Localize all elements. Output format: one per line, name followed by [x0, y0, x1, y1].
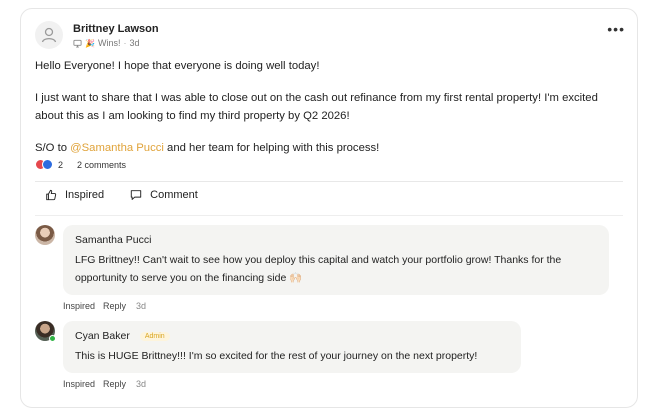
comment-actions: Inspired Reply 3d [63, 301, 609, 311]
comment-label: Comment [150, 189, 198, 201]
comment-time: 3d [136, 301, 147, 311]
author-block: Brittney Lawson 🎉 Wins! · 3d [73, 21, 159, 48]
admin-badge: Admin [139, 331, 170, 341]
mention-link[interactable]: @Samantha Pucci [70, 142, 164, 154]
online-status-dot [49, 335, 56, 342]
shoutout-prefix: S/O to [35, 142, 71, 154]
post-body: Hello Everyone! I hope that everyone is … [35, 57, 615, 171]
post-paragraph: I just want to share that I was able to … [35, 92, 598, 122]
reactions-row: 2 2 comments [35, 159, 126, 170]
thumbs-up-icon [46, 189, 57, 201]
comment-bubble: Samantha Pucci LFG Brittney!! Can't wait… [63, 225, 609, 295]
post-time: 3d [129, 38, 140, 48]
post-paragraph: Hello Everyone! I hope that everyone is … [35, 60, 320, 72]
comment-time: 3d [136, 379, 147, 389]
commenter-name[interactable]: Samantha Pucci [75, 233, 151, 247]
comments-count[interactable]: 2 comments [77, 160, 126, 170]
comment-name-row: Cyan Baker Admin [75, 329, 509, 343]
comment-reply-button[interactable]: Reply [103, 379, 126, 389]
party-icon: 🎉 [85, 38, 95, 48]
commenter-name[interactable]: Cyan Baker [75, 329, 130, 343]
monitor-icon [73, 39, 82, 48]
post-header: Brittney Lawson 🎉 Wins! · 3d [35, 21, 159, 49]
comment-icon [130, 190, 142, 200]
inspired-label: Inspired [65, 189, 105, 201]
comment-actions: Inspired Reply 3d [63, 379, 521, 389]
reaction-count[interactable]: 2 [58, 160, 63, 170]
comment-name-row: Samantha Pucci [75, 233, 597, 247]
commenter-avatar[interactable] [35, 321, 56, 342]
divider [35, 181, 623, 182]
comment-text: This is HUGE Brittney!!! I'm so excited … [75, 350, 478, 362]
reaction-icons[interactable] [35, 159, 53, 170]
meta-separator: · [123, 38, 127, 48]
category-badge[interactable]: Wins! [98, 38, 121, 48]
like-reaction-icon [42, 159, 53, 170]
post-meta: 🎉 Wins! · 3d [73, 38, 159, 48]
user-icon [41, 27, 57, 43]
comment-inspired-button[interactable]: Inspired [63, 301, 95, 311]
author-avatar[interactable] [35, 21, 63, 49]
comment-bubble: Cyan Baker Admin This is HUGE Brittney!!… [63, 321, 521, 373]
author-name[interactable]: Brittney Lawson [73, 22, 159, 36]
inspired-button[interactable]: Inspired [45, 189, 104, 201]
commenter-avatar[interactable] [35, 225, 55, 245]
comment-reply-button[interactable]: Reply [103, 301, 126, 311]
post-actions: Inspired Comment [45, 189, 198, 201]
comment-text: LFG Brittney!! Can't wait to see how you… [75, 254, 562, 284]
comment-item: Samantha Pucci LFG Brittney!! Can't wait… [35, 225, 609, 311]
post-card: Brittney Lawson 🎉 Wins! · 3d ••• Hello E… [20, 8, 638, 408]
shoutout-suffix: and her team for helping with this proce… [163, 142, 380, 154]
comment-inspired-button[interactable]: Inspired [63, 379, 95, 389]
comment-button[interactable]: Comment [130, 189, 198, 201]
comment-item: Cyan Baker Admin This is HUGE Brittney!!… [35, 321, 521, 389]
divider [35, 215, 623, 216]
post-shoutout: S/O to @Samantha Pucci and her team for … [35, 139, 615, 157]
more-options-icon[interactable]: ••• [607, 22, 625, 36]
